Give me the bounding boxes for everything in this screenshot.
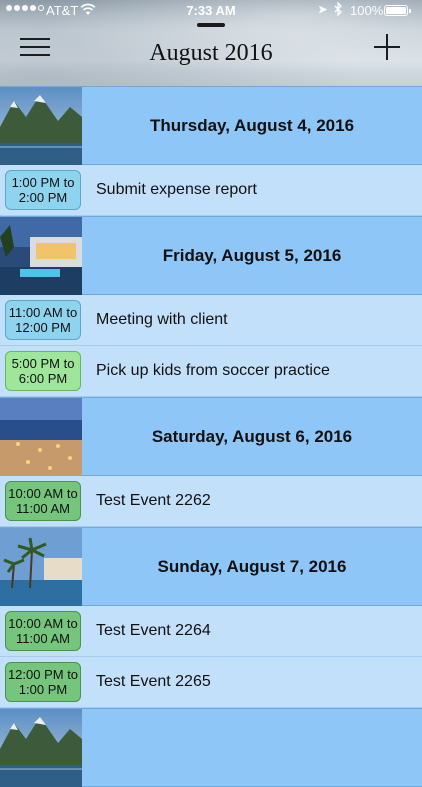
page-title: August 2016 xyxy=(149,40,273,66)
event-row[interactable]: 1:00 PM to 2:00 PM Submit expense report xyxy=(0,165,422,216)
nav-header: AT&T 7:33 AM ➤ 100% August 2016 xyxy=(0,0,422,86)
location-icon: ➤ xyxy=(318,4,328,16)
event-title: Pick up kids from soccer practice xyxy=(96,362,330,379)
plus-icon[interactable] xyxy=(372,32,402,62)
day-header-row[interactable]: Sunday, August 7, 2016 xyxy=(0,527,422,606)
status-bar: AT&T 7:33 AM ➤ 100% xyxy=(0,0,422,22)
event-time-badge: 5:00 PM to 6:00 PM xyxy=(5,351,81,391)
day-title: Sunday, August 7, 2016 xyxy=(157,556,347,576)
event-title: Test Event 2265 xyxy=(96,673,211,690)
event-time-badge: 11:00 AM to 12:00 PM xyxy=(5,300,81,340)
day-thumbnail-image xyxy=(0,528,82,606)
day-title xyxy=(82,709,422,786)
day-header-row[interactable]: Friday, August 5, 2016 xyxy=(0,216,422,295)
event-row[interactable]: 10:00 AM to 11:00 AM Test Event 2264 xyxy=(0,606,422,657)
day-title: Saturday, August 6, 2016 xyxy=(151,426,353,446)
day-thumbnail-image xyxy=(0,398,82,476)
drag-handle[interactable] xyxy=(197,23,225,27)
event-time-badge: 1:00 PM to 2:00 PM xyxy=(5,170,81,210)
day-header-row[interactable]: Thursday, August 4, 2016 xyxy=(0,86,422,165)
day-title: Friday, August 5, 2016 xyxy=(162,245,342,265)
event-title: Test Event 2264 xyxy=(96,622,211,639)
event-list[interactable]: Thursday, August 4, 2016 1:00 PM to 2:00 … xyxy=(0,86,422,787)
event-title: Meeting with client xyxy=(96,311,228,328)
day-header-row[interactable]: Saturday, August 6, 2016 xyxy=(0,397,422,476)
day-thumbnail-image xyxy=(0,217,82,295)
day-thumbnail-image xyxy=(0,87,82,165)
battery-percent: 100% xyxy=(350,3,384,18)
event-time-badge: 12:00 PM to 1:00 PM xyxy=(5,662,81,702)
event-title: Test Event 2262 xyxy=(96,492,211,509)
day-title: Thursday, August 4, 2016 xyxy=(149,115,355,135)
event-time-badge: 10:00 AM to 11:00 AM xyxy=(5,611,81,651)
event-row[interactable]: 10:00 AM to 11:00 AM Test Event 2262 xyxy=(0,476,422,527)
event-time-badge: 10:00 AM to 11:00 AM xyxy=(5,481,81,521)
battery-icon xyxy=(384,5,411,16)
event-title: Submit expense report xyxy=(96,181,257,198)
event-row[interactable]: 12:00 PM to 1:00 PM Test Event 2265 xyxy=(0,657,422,708)
event-row[interactable]: 11:00 AM to 12:00 PM Meeting with client xyxy=(0,295,422,346)
day-header-row[interactable] xyxy=(0,708,422,787)
bluetooth-icon xyxy=(334,1,343,19)
event-row[interactable]: 5:00 PM to 6:00 PM Pick up kids from socc… xyxy=(0,346,422,397)
day-thumbnail-image xyxy=(0,709,82,787)
